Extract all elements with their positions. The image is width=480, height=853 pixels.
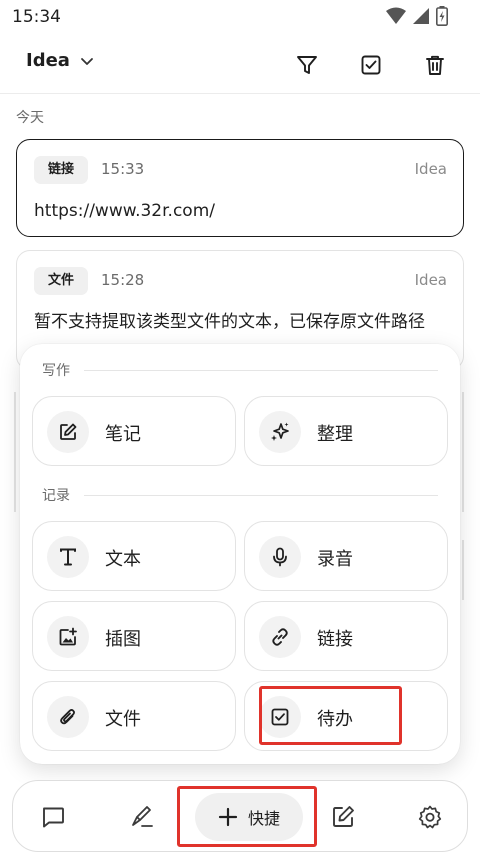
tile-label: 整理 <box>317 424 353 445</box>
tile-label: 录音 <box>317 549 353 570</box>
delete-button[interactable] <box>418 48 452 82</box>
chat-button[interactable] <box>35 799 71 835</box>
section-divider <box>84 370 438 371</box>
brush-button[interactable] <box>124 799 160 835</box>
tile-label: 链接 <box>317 629 353 650</box>
compose-button[interactable] <box>325 799 361 835</box>
highlight-box-quick <box>177 786 317 847</box>
note-content: https://www.32r.com/ <box>34 201 215 221</box>
folder-selector-label: Idea <box>26 50 70 71</box>
note-type-badge: 文件 <box>34 267 89 295</box>
note-folder: Idea <box>414 271 447 289</box>
trash-icon <box>426 55 444 75</box>
tile-label: 文件 <box>105 709 141 730</box>
quick-link-button[interactable]: 链接 <box>244 601 448 671</box>
signal-icon <box>413 8 429 24</box>
sparkle-icon <box>271 422 289 441</box>
note-card[interactable]: 链接 15:33 Idea https://www.32r.com/ <box>16 139 464 237</box>
text-icon <box>60 548 76 566</box>
quick-text-button[interactable]: 文本 <box>32 521 236 591</box>
status-time: 15:34 <box>12 7 61 27</box>
note-folder: Idea <box>414 160 447 178</box>
folder-selector[interactable]: Idea <box>26 50 94 71</box>
filter-icon <box>297 56 317 74</box>
card-edge <box>462 392 464 512</box>
settings-icon <box>418 805 442 829</box>
top-toolbar: Idea <box>0 36 480 94</box>
brush-icon <box>132 806 153 827</box>
microphone-icon <box>273 547 287 567</box>
filter-button[interactable] <box>290 48 324 82</box>
compose-icon <box>333 806 354 827</box>
select-mode-button[interactable] <box>354 48 388 82</box>
highlight-box-todo <box>259 686 402 745</box>
quick-organize-button[interactable]: 整理 <box>244 396 448 466</box>
quick-record-button[interactable]: 录音 <box>244 521 448 591</box>
tile-label: 文本 <box>105 549 141 570</box>
quick-image-button[interactable]: 插图 <box>32 601 236 671</box>
chevron-down-icon <box>81 57 93 65</box>
paperclip-icon <box>60 709 75 725</box>
tile-label: 插图 <box>105 629 141 650</box>
battery-icon <box>436 6 448 26</box>
card-edge <box>14 392 16 512</box>
chat-icon <box>43 807 64 828</box>
status-bar: 15:34 <box>0 0 480 36</box>
checkbox-icon <box>361 55 381 75</box>
add-image-icon <box>59 627 77 646</box>
note-time: 15:28 <box>101 271 145 289</box>
settings-button[interactable] <box>412 799 448 835</box>
note-content: 暂不支持提取该类型文件的文本，已保存原文件路径 <box>34 312 425 332</box>
day-group-label: 今天 <box>16 110 44 126</box>
link-icon <box>272 628 288 646</box>
note-time: 15:33 <box>101 160 145 178</box>
edit-note-icon <box>60 423 77 440</box>
wifi-icon <box>386 7 406 24</box>
quick-file-button[interactable]: 文件 <box>32 681 236 751</box>
quick-note-button[interactable]: 笔记 <box>32 396 236 466</box>
tile-label: 笔记 <box>105 424 141 445</box>
note-type-badge: 链接 <box>34 156 89 184</box>
section-title-record: 记录 <box>42 485 82 505</box>
section-divider <box>84 495 438 496</box>
section-title-writing: 写作 <box>42 360 82 380</box>
card-edge <box>462 540 464 600</box>
